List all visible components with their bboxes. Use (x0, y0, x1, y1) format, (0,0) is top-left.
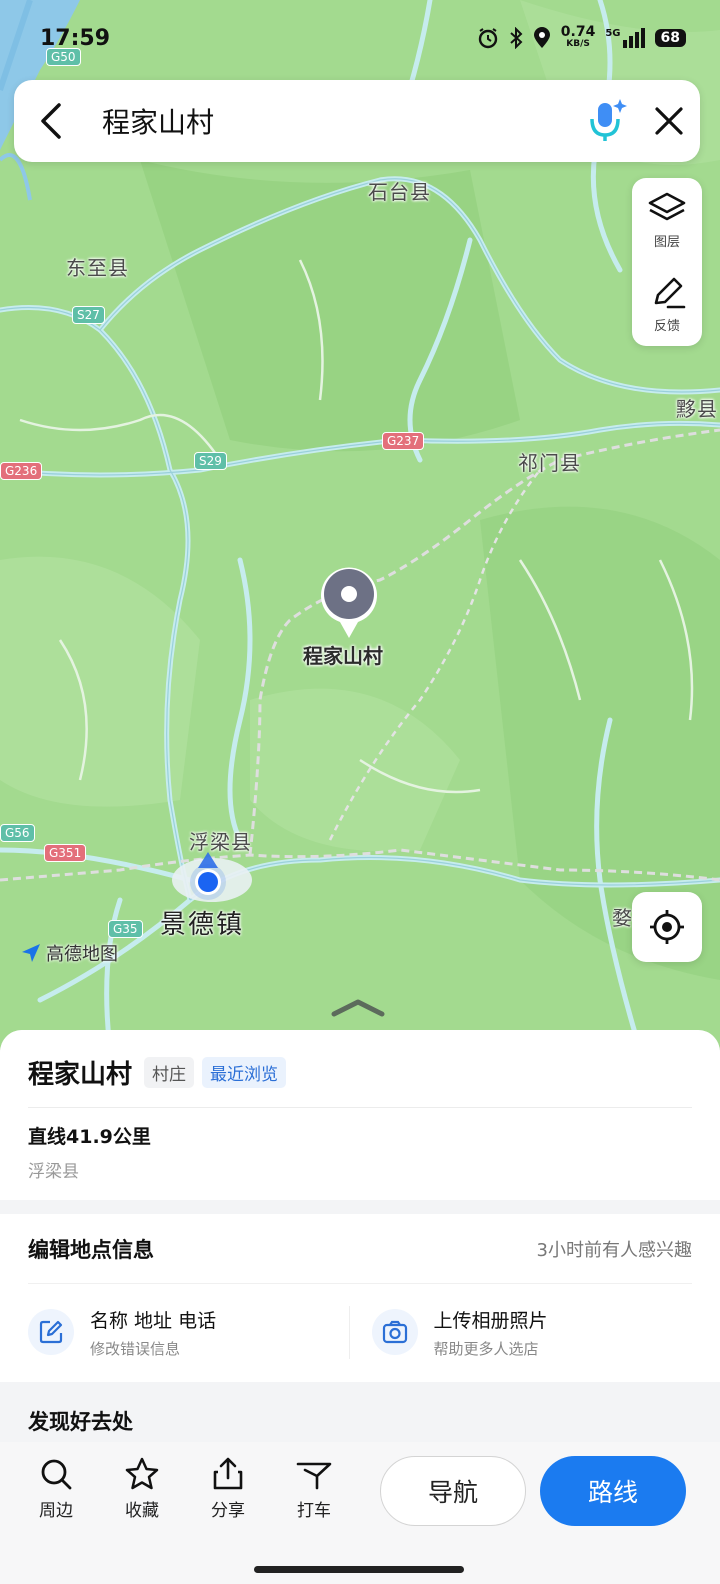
road-tag-g56: G56 (0, 824, 35, 842)
battery-icon: 68 (654, 29, 686, 47)
upload-title: 上传相册照片 (433, 1309, 548, 1332)
upload-photos[interactable]: 上传相册照片 帮助更多人选店 (348, 1305, 693, 1359)
edit-name-address-phone[interactable]: 名称 地址 电话 修改错误信息 (28, 1306, 349, 1359)
share-label: 分享 (211, 1501, 245, 1521)
sheet-expand-chevron-icon[interactable] (330, 996, 386, 1022)
map-label-yixian[interactable]: 黟县 (676, 393, 718, 422)
crosshair-icon (650, 910, 684, 944)
locate-me-button[interactable] (632, 892, 702, 962)
map-label-dongzhi[interactable]: 东至县 (66, 252, 129, 281)
route-button[interactable]: 路线 (540, 1456, 686, 1526)
favorite-label: 收藏 (125, 1501, 159, 1521)
amap-arrow-icon (22, 944, 40, 962)
road-tag-g351: G351 (44, 844, 87, 862)
nearby-label: 周边 (39, 1501, 73, 1521)
network-speed: 0.74 KB/S (560, 24, 596, 49)
destination-label[interactable]: 程家山村 (303, 640, 383, 669)
map-view[interactable]: 石台县 东至县 黟县 祁门县 浮梁县 景德镇 婺 G50 S27 G237 S2… (0, 0, 720, 1050)
discover-title: 发现好去处 (28, 1410, 133, 1434)
map-tool-panel: 图层 反馈 (632, 178, 702, 346)
map-label-jingdezhen[interactable]: 景德镇 (160, 904, 244, 941)
edit-item-title: 名称 地址 电话 (90, 1309, 217, 1332)
feedback-label: 反馈 (653, 318, 680, 334)
voice-search-button[interactable] (576, 80, 638, 162)
map-label-qimen[interactable]: 祁门县 (518, 447, 581, 476)
layers-label: 图层 (653, 234, 680, 250)
search-icon (41, 1459, 72, 1490)
nearby-button[interactable]: 周边 (21, 1456, 91, 1521)
status-time: 17:59 (40, 26, 111, 51)
taxi-button[interactable]: 打车 (279, 1456, 349, 1521)
star-icon (125, 1457, 159, 1490)
camera-icon (382, 1320, 407, 1344)
search-query[interactable]: 程家山村 (88, 101, 576, 141)
recent-view-tag: 最近浏览 (202, 1057, 287, 1088)
interest-hint: 3小时前有人感兴趣 (536, 1239, 692, 1261)
back-button[interactable] (14, 80, 88, 162)
close-button[interactable] (638, 80, 700, 162)
upload-subtitle: 帮助更多人选店 (433, 1339, 539, 1358)
back-arrow-icon (41, 103, 61, 139)
divider (28, 1107, 692, 1108)
taxi-flag-icon (296, 1462, 332, 1490)
status-bar: 17:59 0.74 KB/S 5G 68 (0, 0, 720, 76)
navigate-button[interactable]: 导航 (380, 1456, 526, 1526)
voice-mic-icon (590, 99, 627, 141)
road-tag-s29: S29 (194, 452, 227, 470)
edit-pencil-icon (39, 1320, 63, 1344)
place-distance: 直线41.9公里 (28, 1126, 151, 1148)
share-button[interactable]: 分享 (193, 1456, 263, 1521)
favorite-button[interactable]: 收藏 (107, 1456, 177, 1521)
amap-brand-text: 高德地图 (46, 944, 118, 965)
current-location-icon (182, 850, 234, 906)
road-tag-g236: G236 (0, 462, 43, 480)
layers-button[interactable]: 图层 (632, 178, 702, 262)
amap-logo: 高德地图 (20, 940, 118, 966)
road-tag-s27: S27 (72, 306, 105, 324)
edit-item-subtitle: 修改错误信息 (90, 1339, 181, 1358)
place-type-tag: 村庄 (144, 1057, 195, 1088)
search-bar[interactable]: 程家山村 (14, 80, 700, 162)
bottom-action-bar: 周边 收藏 分享 打车 导航 路线 (0, 1442, 720, 1584)
location-icon (533, 27, 550, 48)
place-name: 程家山村 (28, 1060, 133, 1090)
destination-pin-icon[interactable] (318, 564, 380, 644)
place-county: 浮梁县 (28, 1162, 79, 1182)
map-label-wu[interactable]: 婺 (612, 902, 633, 931)
edit-info-card: 编辑地点信息 3小时前有人感兴趣 名称 地址 电话 修改错误信息 上传相册照片 … (0, 1214, 720, 1382)
edit-info-title: 编辑地点信息 (28, 1237, 154, 1262)
place-summary-card: 程家山村 村庄 最近浏览 直线41.9公里 浮梁县 (0, 1030, 720, 1200)
bluetooth-icon (510, 27, 523, 49)
map-label-shitai[interactable]: 石台县 (368, 176, 431, 205)
layers-icon (648, 192, 686, 220)
close-icon (655, 107, 683, 135)
signal-icon: 5G (605, 28, 645, 48)
share-icon (213, 1457, 243, 1490)
home-indicator[interactable] (254, 1566, 464, 1573)
feedback-button[interactable]: 反馈 (632, 262, 702, 346)
alarm-icon (478, 28, 497, 49)
road-tag-g237: G237 (382, 432, 425, 450)
road-tag-g35: G35 (108, 920, 143, 938)
feedback-pencil-icon (654, 277, 686, 308)
taxi-label: 打车 (297, 1501, 331, 1521)
